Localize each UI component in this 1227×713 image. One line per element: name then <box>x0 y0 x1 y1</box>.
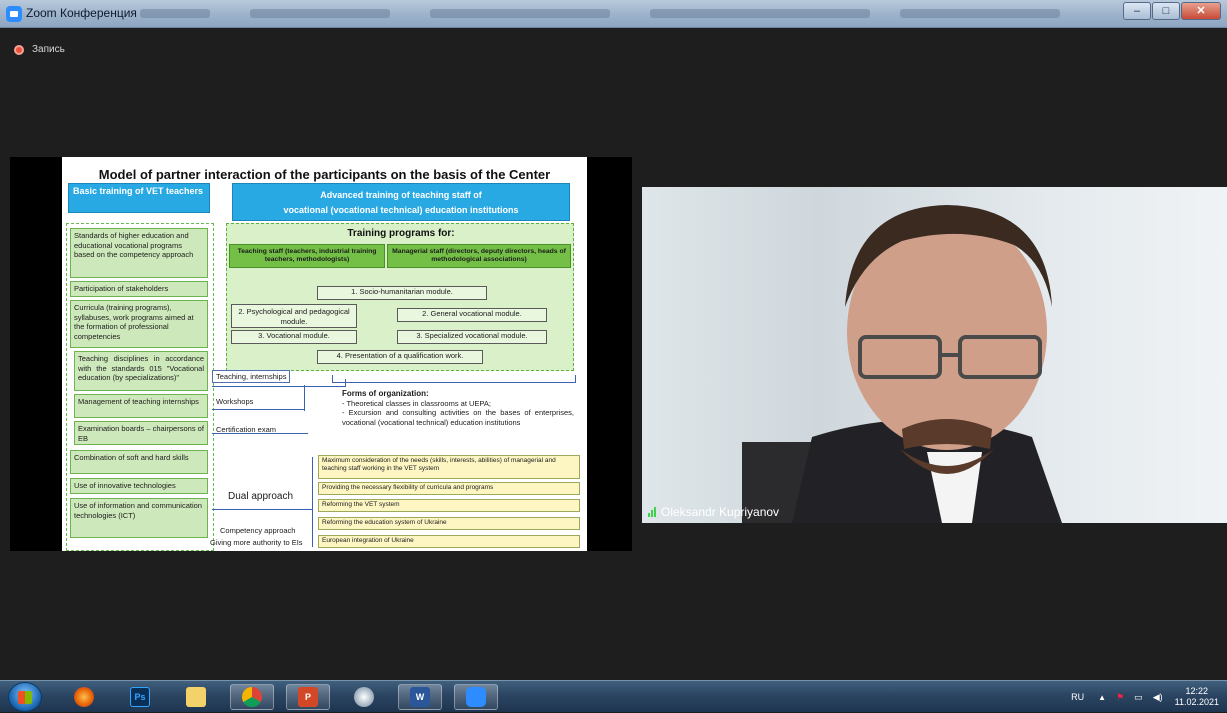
blurred-title-text <box>900 9 1060 18</box>
forms-of-organization: Forms of organization: - Theoretical cla… <box>342 389 574 427</box>
taskbar-app-explorer[interactable] <box>174 684 218 710</box>
participant-name-label: Oleksandr Kupriyanov <box>648 505 779 519</box>
goal-box: Providing the necessary flexibility of c… <box>318 482 580 495</box>
tray-expand-icon[interactable]: ▲ <box>1098 693 1106 702</box>
basic-training-box: Basic training of VET teachers <box>68 183 210 213</box>
taskbar-app-chrome[interactable] <box>230 684 274 710</box>
giving-authority-label: Giving more authority to EIs <box>210 538 303 547</box>
module-box: 2. Psychological and pedagogical module. <box>231 304 357 328</box>
powerpoint-icon: P <box>298 687 318 707</box>
forms-title: Forms of organization: <box>342 389 429 398</box>
teaching-staff-header: Teaching staff (teachers, industrial tra… <box>229 244 385 268</box>
clock[interactable]: 12:22 11.02.2021 <box>1175 686 1219 708</box>
left-item: Management of teaching internships <box>74 394 208 418</box>
certification-label: Certification exam <box>216 425 277 434</box>
module-box: 1. Socio-humanitarian module. <box>317 286 487 300</box>
module-box: 2. General vocational module. <box>397 308 547 322</box>
blurred-title-text <box>430 9 610 18</box>
goal-box: Reforming the education system of Ukrain… <box>318 517 580 530</box>
maximize-button[interactable]: □ <box>1152 2 1180 20</box>
network-icon[interactable]: ▭ <box>1134 692 1143 703</box>
left-item: Curricula (training programs), syllabuse… <box>70 300 208 348</box>
connector-line <box>312 457 313 547</box>
clock-date: 11.02.2021 <box>1174 697 1219 707</box>
chrome-icon <box>242 687 262 707</box>
record-icon <box>14 44 24 55</box>
teaching-internships-label: Teaching, internships <box>212 370 291 383</box>
minimize-button[interactable]: – <box>1123 2 1151 20</box>
window-title: Zoom Конференция <box>26 6 137 20</box>
left-item: Standards of higher education and educat… <box>70 228 208 278</box>
left-item: Combination of soft and hard skills <box>70 450 208 474</box>
connector-line <box>212 409 304 410</box>
connector-line <box>332 375 576 383</box>
signal-icon <box>648 507 657 517</box>
folder-icon <box>186 687 206 707</box>
left-item: Use of information and communication tec… <box>70 498 208 538</box>
word-icon: W <box>410 687 430 707</box>
zoom-icon <box>466 687 486 707</box>
left-item: Participation of stakeholders <box>70 281 208 297</box>
firefox-icon <box>74 687 94 707</box>
window-title-bar[interactable]: Zoom Конференция – □ ✕ <box>0 0 1227 28</box>
advanced-training-line1: Advanced training of teaching staff of <box>320 190 482 200</box>
presentation-slide: Model of partner interaction of the part… <box>62 157 587 551</box>
workshops-label: Workshops <box>216 397 254 406</box>
windows-start-button[interactable] <box>8 682 42 712</box>
blurred-title-text <box>250 9 390 18</box>
goal-box: Reforming the VET system <box>318 499 580 512</box>
module-box: 4. Presentation of a qualification work. <box>317 350 483 364</box>
windows-taskbar: Ps P W RU ▲ ⚑ ▭ ◀) 12:22 11.02.2021 <box>0 680 1227 712</box>
photoshop-icon: Ps <box>130 687 150 707</box>
action-center-icon[interactable]: ⚑ <box>1116 692 1124 703</box>
training-programs-title: Training programs for: <box>347 228 455 239</box>
goal-box: European integration of Ukraine <box>318 535 580 548</box>
slide-title: Model of partner interaction of the part… <box>98 167 551 182</box>
module-box: 3. Specialized vocational module. <box>397 330 547 344</box>
recording-indicator[interactable]: Запись <box>14 44 65 55</box>
left-item: Use of innovative technologies <box>70 478 208 494</box>
participant-video[interactable]: Oleksandr Kupriyanov <box>642 187 1227 523</box>
participant-name: Oleksandr Kupriyanov <box>661 505 780 519</box>
taskbar-app-paint[interactable] <box>342 684 386 710</box>
taskbar-app-photoshop[interactable]: Ps <box>118 684 162 710</box>
connector-line <box>304 385 305 411</box>
goal-box: Maximum consideration of the needs (skil… <box>318 455 580 479</box>
taskbar-app-word[interactable]: W <box>398 684 442 710</box>
blurred-title-text <box>650 9 870 18</box>
recording-label: Запись <box>32 44 65 55</box>
taskbar-app-zoom[interactable] <box>454 684 498 710</box>
managerial-staff-header: Managerial staff (directors, deputy dire… <box>387 244 571 268</box>
participant-image <box>742 205 1062 523</box>
close-button[interactable]: ✕ <box>1181 2 1221 20</box>
zoom-app-icon <box>6 6 22 22</box>
paint-icon <box>354 687 374 707</box>
windows-logo-icon <box>18 691 32 704</box>
taskbar-app-firefox[interactable] <box>62 684 106 710</box>
module-box: 3. Vocational module. <box>231 330 357 344</box>
competency-approach-label: Competency approach <box>220 526 296 535</box>
blurred-title-text <box>140 9 210 18</box>
clock-time: 12:22 <box>1185 686 1209 696</box>
advanced-training-box: Advanced training of teaching staff of v… <box>232 183 570 221</box>
forms-item: - Theoretical classes in classrooms at U… <box>342 398 491 408</box>
volume-icon[interactable]: ◀) <box>1153 692 1163 703</box>
training-programs-panel: Training programs for: Teaching staff (t… <box>226 223 574 371</box>
shared-screen: Model of partner interaction of the part… <box>10 157 632 551</box>
dual-approach-label: Dual approach <box>228 491 294 502</box>
left-item: Examination boards – chairpersons of EB <box>74 421 208 445</box>
forms-item: - Excursion and consulting activities on… <box>342 408 574 427</box>
system-tray: RU ▲ ⚑ ▭ ◀) 12:22 11.02.2021 <box>1071 681 1219 713</box>
connector-line <box>212 509 312 510</box>
advanced-training-line2: vocational (vocational technical) educat… <box>283 205 519 215</box>
language-indicator[interactable]: RU <box>1071 692 1084 702</box>
left-item: Teaching disciplines in accordance with … <box>74 351 208 391</box>
taskbar-app-powerpoint[interactable]: P <box>286 684 330 710</box>
